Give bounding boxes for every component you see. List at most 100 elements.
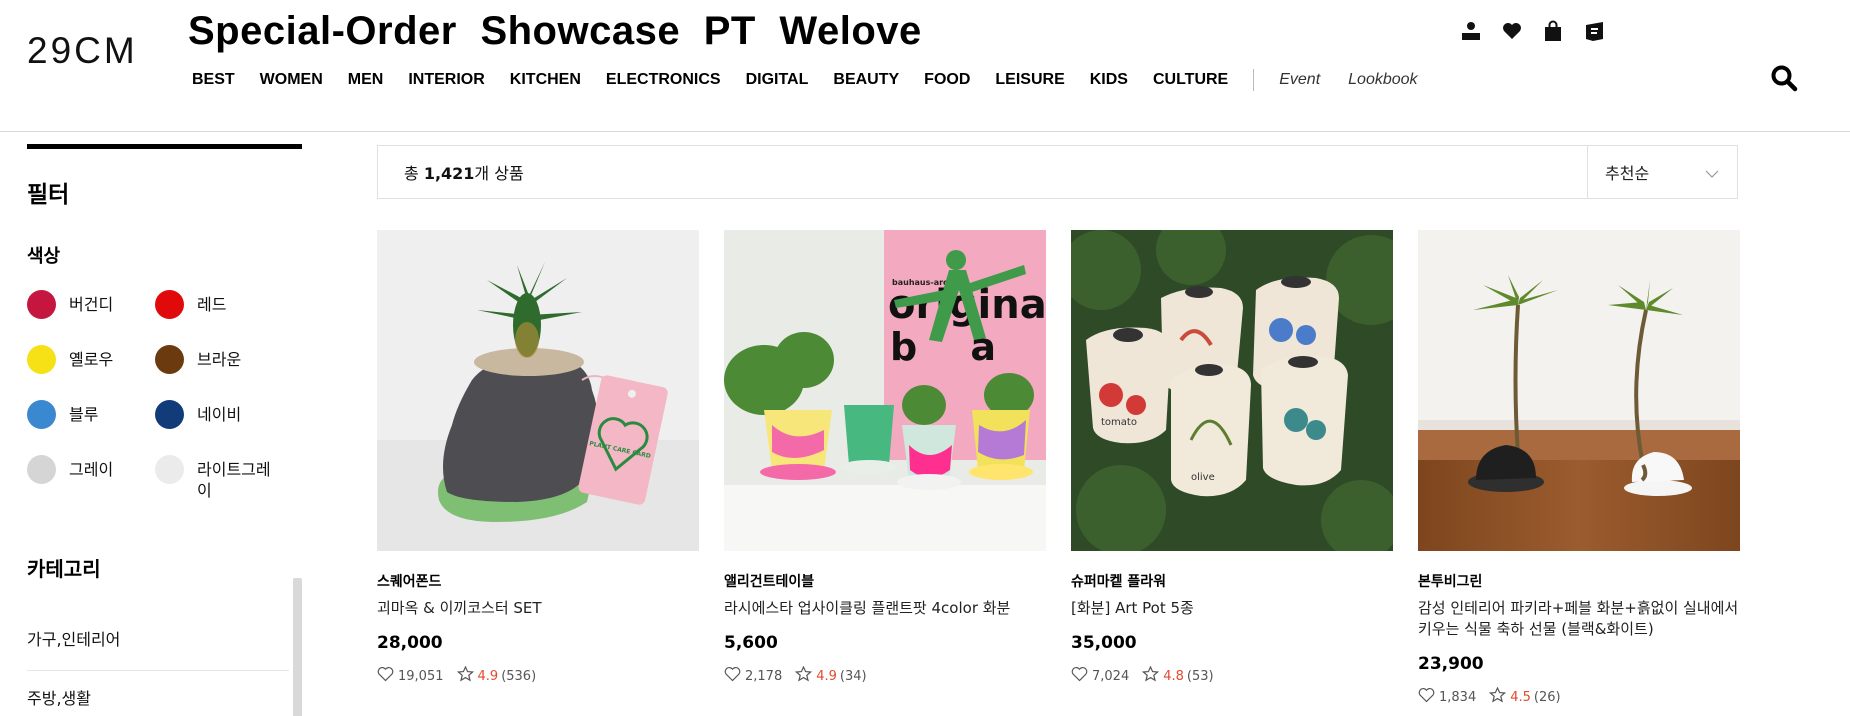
header-actions (1460, 20, 1607, 42)
rating-score: 4.5 (1510, 689, 1531, 705)
pot-text-olive: olive (1191, 472, 1215, 483)
result-count-prefix: 총 (404, 164, 424, 183)
nav-lookbook[interactable]: Lookbook (1348, 71, 1417, 89)
product-meta: 7,024 4.8 (53) (1071, 665, 1393, 686)
nav-women[interactable]: WOMEN (260, 71, 323, 89)
product-card[interactable]: PLANT CARE CARD 스퀘어폰드 괴마옥 & 이끼코스터 SET 28… (377, 230, 699, 707)
result-count-number: 1,421 (423, 164, 475, 183)
rating-score: 4.9 (816, 668, 837, 684)
color-label: 그레이 (69, 460, 114, 479)
product-brand[interactable]: 본투비그린 (1418, 571, 1740, 591)
color-swatch (155, 455, 184, 484)
search-icon[interactable] (1770, 64, 1798, 96)
color-label: 블루 (69, 405, 99, 424)
header-divider (0, 131, 1850, 132)
nav-event[interactable]: Event (1279, 71, 1320, 89)
like-count: 1,834 (1439, 689, 1477, 705)
color-label: 옐로우 (69, 350, 114, 369)
color-option[interactable]: 버건디 (27, 289, 155, 322)
nav-culture[interactable]: CULTURE (1153, 71, 1228, 89)
like-heart-icon[interactable] (377, 666, 394, 686)
product-price: 28,000 (377, 633, 443, 653)
color-swatch (27, 455, 56, 484)
like-heart-icon[interactable] (1418, 687, 1435, 707)
sort-dropdown[interactable]: 추천순 (1587, 146, 1737, 198)
product-brand[interactable]: 스퀘어폰드 (377, 571, 699, 591)
nav-interior[interactable]: INTERIOR (408, 71, 484, 89)
star-icon (1142, 665, 1160, 686)
logo[interactable]: 29CM (27, 30, 138, 72)
product-name[interactable]: 괴마옥 & 이끼코스터 SET (377, 598, 699, 619)
product-brand[interactable]: 슈퍼마켙 플라워 (1071, 571, 1393, 591)
product-price: 23,900 (1418, 654, 1484, 674)
sidebar-scrollbar[interactable] (293, 578, 302, 716)
color-option[interactable]: 레드 (155, 289, 295, 322)
category-filter-title: 카테고리 (27, 557, 101, 581)
color-option[interactable]: 브라운 (155, 344, 295, 377)
color-option[interactable]: 옐로우 (27, 344, 155, 377)
nav-kitchen[interactable]: KITCHEN (510, 71, 581, 89)
nav-digital[interactable]: DIGITAL (746, 71, 809, 89)
product-card[interactable]: 본투비그린 감성 인테리어 파키라+페블 화분+흙없이 실내에서 키우는 식물 … (1418, 230, 1740, 707)
product-name[interactable]: [화분] Art Pot 5종 (1071, 598, 1393, 619)
color-option[interactable]: 블루 (27, 399, 155, 432)
product-name[interactable]: 라시에스타 업사이클링 플랜트팟 4color 화분 (724, 598, 1046, 619)
nav-beauty[interactable]: BEAUTY (833, 71, 899, 89)
color-swatch (155, 290, 184, 319)
nav-food[interactable]: FOOD (924, 71, 970, 89)
like-count: 7,024 (1092, 668, 1130, 684)
color-label: 브라운 (197, 350, 242, 369)
notice-icon[interactable] (1583, 20, 1607, 42)
like-count: 2,178 (745, 668, 783, 684)
product-meta: 19,051 4.9 (536) (377, 665, 699, 686)
like-heart-icon[interactable] (1071, 666, 1088, 686)
product-card[interactable]: tomato olive 슈퍼마켙 플라워 [화분] Art Pot 5종 35… (1071, 230, 1393, 707)
like-heart-icon[interactable] (724, 666, 741, 686)
color-filter-list: 버건디 레드옐로우 브라운블루 네이비그레이 라이트그레이 (27, 289, 302, 501)
nav-leisure[interactable]: LEISURE (995, 71, 1064, 89)
color-option[interactable]: 네이비 (155, 399, 295, 432)
color-label: 네이비 (197, 405, 242, 424)
review-count: (536) (501, 668, 537, 684)
result-bar: 총 1,421개 상품 추천순 (377, 145, 1738, 199)
star-icon (456, 665, 474, 686)
color-option[interactable]: 라이트그레이 (155, 454, 295, 501)
product-image-art-pots[interactable]: tomato olive (1071, 230, 1393, 551)
product-price: 35,000 (1071, 633, 1137, 653)
color-filter-title: 색상 (27, 246, 61, 267)
category-item-kitchen[interactable]: 주방,생활 (27, 671, 289, 716)
nav-best[interactable]: BEST (192, 71, 235, 89)
color-swatch (27, 400, 56, 429)
product-name[interactable]: 감성 인테리어 파키라+페블 화분+흙없이 실내에서 키우는 식물 축하 선물 … (1418, 598, 1740, 640)
product-image-plant-pots[interactable]: bauhaus-archiv original b a u (724, 230, 1046, 551)
product-image-pachira[interactable] (1418, 230, 1740, 551)
product-image-moss-pot[interactable]: PLANT CARE CARD (377, 230, 699, 551)
nav-electronics[interactable]: ELECTRONICS (606, 71, 721, 89)
product-meta: 2,178 4.9 (34) (724, 665, 1046, 686)
category-item-furniture[interactable]: 가구,인테리어 (27, 612, 289, 671)
main-nav: BEST WOMEN MEN INTERIOR KITCHEN ELECTRON… (192, 69, 1446, 91)
color-swatch (27, 290, 56, 319)
product-card[interactable]: bauhaus-archiv original b a u 앨 (724, 230, 1046, 707)
nav-kids[interactable]: KIDS (1090, 71, 1128, 89)
pot-text-tomato: tomato (1101, 417, 1137, 428)
product-meta: 1,834 4.5 (26) (1418, 686, 1740, 707)
rating-score: 4.8 (1163, 668, 1184, 684)
star-icon (1489, 686, 1507, 707)
color-swatch (155, 400, 184, 429)
color-swatch (27, 345, 56, 374)
chevron-down-icon (1705, 163, 1719, 182)
color-option[interactable]: 그레이 (27, 454, 155, 501)
category-list: 가구,인테리어 주방,생활 (27, 612, 289, 716)
nav-men[interactable]: MEN (348, 71, 384, 89)
filter-title: 필터 (27, 182, 70, 208)
heart-icon[interactable] (1501, 20, 1523, 42)
user-icon[interactable] (1460, 20, 1482, 42)
result-count-suffix: 개 상품 (474, 164, 524, 183)
product-grid: PLANT CARE CARD 스퀘어폰드 괴마옥 & 이끼코스터 SET 28… (377, 230, 1740, 707)
sort-label: 추천순 (1605, 164, 1650, 183)
product-brand[interactable]: 앨리건트테이블 (724, 571, 1046, 591)
shopping-bag-icon[interactable] (1542, 20, 1564, 42)
color-label: 버건디 (69, 295, 114, 314)
color-label: 라이트그레이 (197, 460, 271, 500)
